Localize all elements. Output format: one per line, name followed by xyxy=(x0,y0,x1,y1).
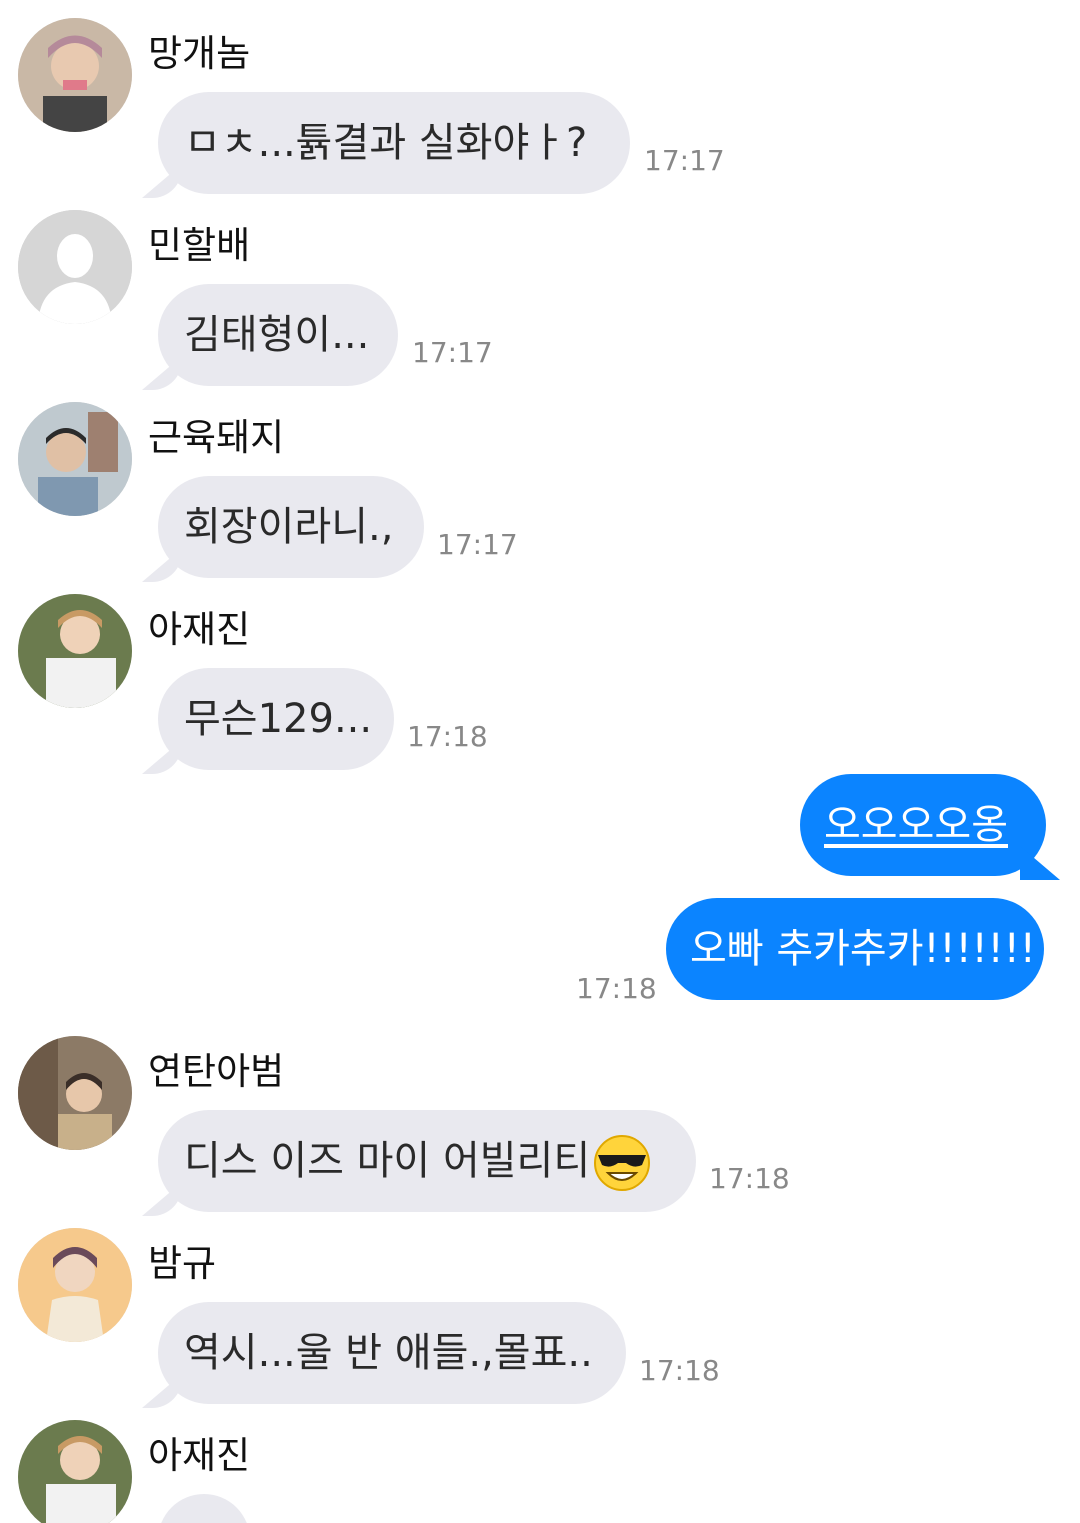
message-text: 회장이라니., xyxy=(184,504,394,550)
message-text: 무슨129... xyxy=(184,696,373,742)
message-time: 17:18 xyxy=(639,1354,720,1387)
message-text: 오빠 추카추카!!!!!!! xyxy=(690,926,1036,972)
message-text: 오오오오옹 xyxy=(824,802,1008,848)
message-bubble[interactable]: ? xyxy=(158,1494,250,1523)
avatar[interactable] xyxy=(18,210,132,324)
message-bubble[interactable]: 디스 이즈 마이 어빌리티 xyxy=(142,1110,696,1216)
avatar[interactable] xyxy=(18,402,132,516)
message-text: 김태형이... xyxy=(184,312,370,358)
sunglasses-emoji-icon xyxy=(592,1133,652,1193)
outgoing-bubble[interactable]: 오오오오옹 xyxy=(800,774,1060,880)
message-time: 17:18 xyxy=(407,720,488,753)
avatar[interactable] xyxy=(18,18,132,132)
message-time: 17:17 xyxy=(644,144,725,177)
sender-name: 아재진 xyxy=(148,1434,251,1477)
message-time: 17:18 xyxy=(576,972,657,1005)
avatar[interactable] xyxy=(18,594,132,708)
message-bubble[interactable]: ㅁㅊ...튥결과 실화야ㅏ? xyxy=(142,92,630,198)
sender-name: 연탄아범 xyxy=(148,1050,285,1093)
outgoing-bubble[interactable]: 오빠 추카추카!!!!!!! xyxy=(666,898,1044,1000)
chat-thread[interactable]: 망개놈 ㅁㅊ...튥결과 실화야ㅏ? 17:17 민할배 김태형이... 17:… xyxy=(0,0,1080,1523)
message-bubble[interactable]: 무슨129... xyxy=(142,668,394,774)
message-bubble[interactable]: 김태형이... xyxy=(142,284,398,390)
message-text: 역시...울 반 애들.,몰표.. xyxy=(184,1330,593,1376)
sender-name: 아재진 xyxy=(148,608,251,651)
sender-name: 근육돼지 xyxy=(148,416,285,459)
sender-name: 밤규 xyxy=(148,1242,217,1285)
message-bubble[interactable]: 역시...울 반 애들.,몰표.. xyxy=(142,1302,626,1408)
message-time: 17:18 xyxy=(709,1162,790,1195)
message-bubble[interactable]: 회장이라니., xyxy=(142,476,424,582)
message-text: 디스 이즈 마이 어빌리티 xyxy=(184,1138,591,1184)
avatar[interactable] xyxy=(18,1036,132,1150)
message-time: 17:17 xyxy=(412,336,493,369)
avatar[interactable] xyxy=(18,1420,132,1523)
sender-name: 민할배 xyxy=(148,224,251,267)
sender-name: 망개놈 xyxy=(148,32,251,75)
message-group: 아재진 ? xyxy=(0,1420,1080,1523)
message-time: 17:17 xyxy=(437,528,518,561)
avatar[interactable] xyxy=(18,1228,132,1342)
message-text: ㅁㅊ...튥결과 실화야ㅏ? xyxy=(184,120,588,166)
